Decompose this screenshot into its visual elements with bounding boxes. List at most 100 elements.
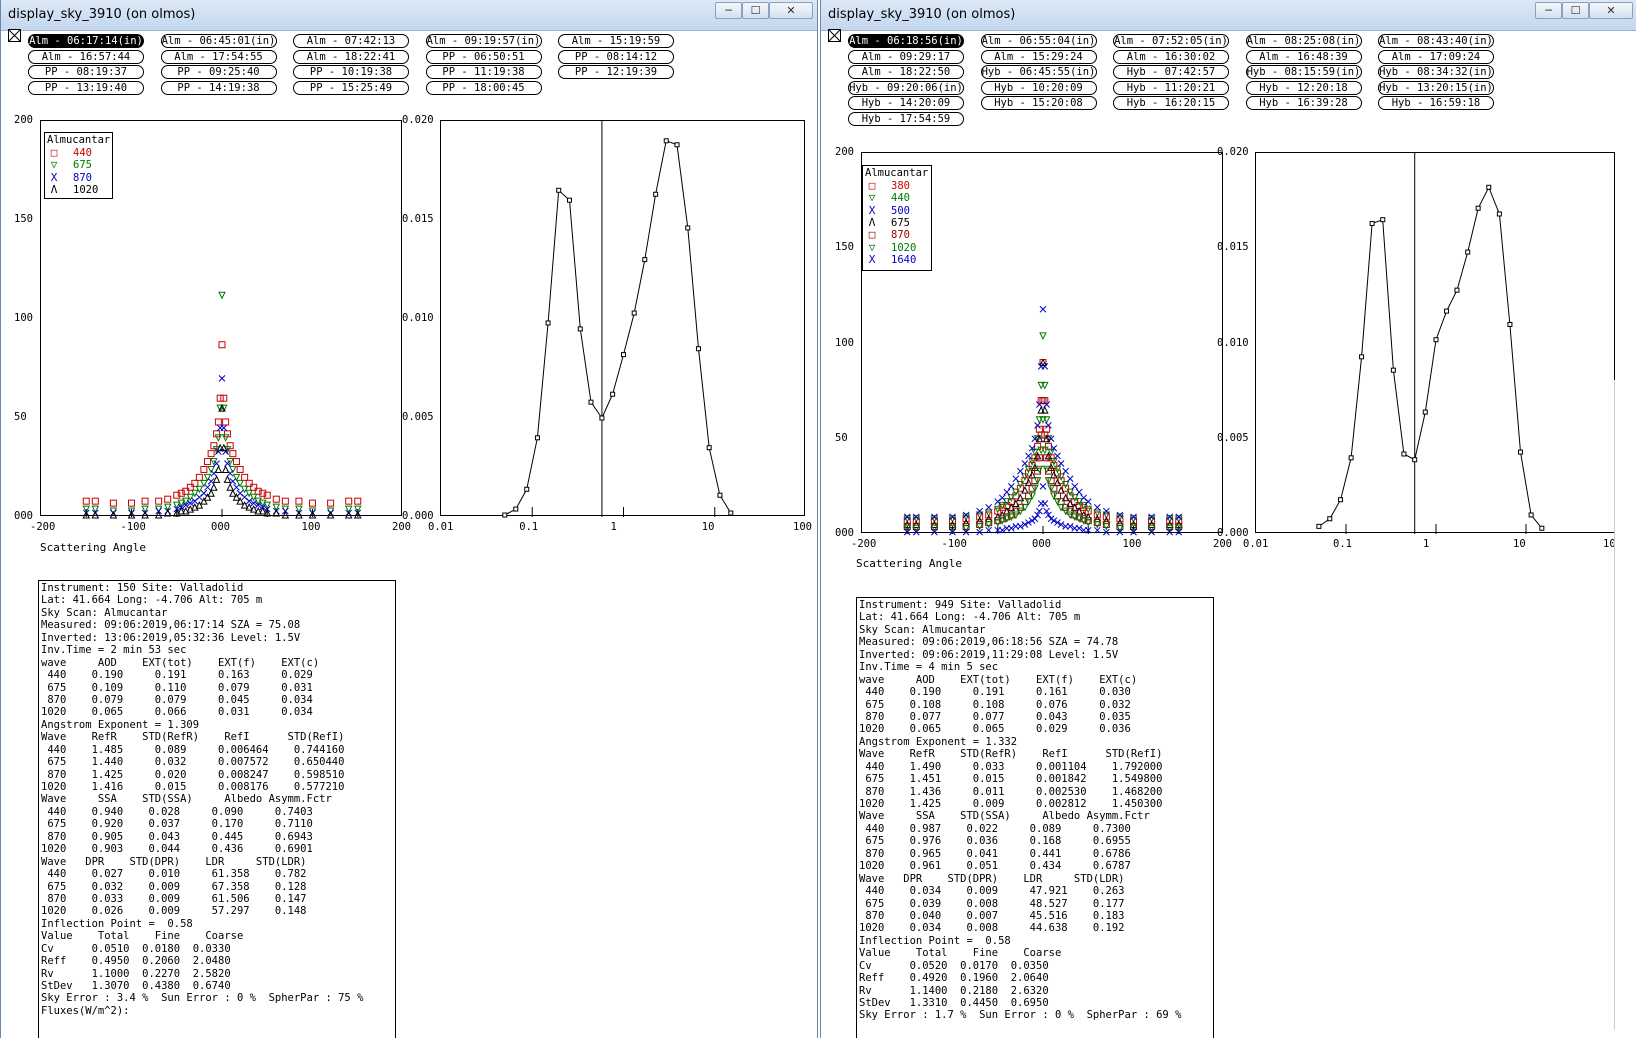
legend-title: Almucantar bbox=[47, 134, 111, 146]
title-bar[interactable]: display_sky_3910 (on olmos) ─ ☐ ✕ bbox=[1, 0, 817, 31]
scan-button[interactable]: PP - 15:25:49 bbox=[293, 80, 409, 95]
scatter-point bbox=[214, 434, 223, 442]
inversion-report: Instrument: 949 Site: Valladolid Lat: 41.… bbox=[856, 597, 1214, 1038]
legend-marker-icon: X bbox=[50, 170, 58, 184]
scatter-point bbox=[1036, 401, 1043, 408]
minimize-button[interactable]: ─ bbox=[715, 2, 742, 19]
scatter-point bbox=[1166, 528, 1174, 536]
legend-entry: ▽ 1020 bbox=[865, 241, 917, 254]
report-line: 440 0.190 0.191 0.163 0.029 bbox=[41, 669, 313, 682]
scatter-point bbox=[207, 450, 215, 458]
report-line: Inflection Point = 0.58 bbox=[859, 934, 1011, 947]
scan-button[interactable]: Alm - 18:22:41 bbox=[293, 49, 409, 64]
line-point bbox=[695, 346, 701, 352]
scan-button[interactable]: Alm - 06:18:56(in) bbox=[848, 34, 964, 48]
line-point bbox=[1465, 249, 1471, 255]
maximize-button[interactable]: ☐ bbox=[742, 2, 769, 19]
scan-button[interactable]: Alm - 06:17:14(in) bbox=[28, 34, 144, 48]
legend-label: 870 bbox=[891, 229, 910, 242]
scan-button[interactable]: Hyb - 12:20:18 bbox=[1245, 80, 1362, 95]
scan-button[interactable]: Alm - 16:30:02 bbox=[1113, 49, 1229, 64]
scatter-point bbox=[1039, 332, 1047, 340]
line-point bbox=[1507, 321, 1513, 327]
scan-button[interactable]: Hyb - 10:20:09 bbox=[980, 80, 1097, 95]
scan-button[interactable]: Hyb - 09:20:06(in) bbox=[848, 80, 964, 95]
scatter-point bbox=[218, 291, 226, 300]
legend-label: 1020 bbox=[891, 241, 917, 254]
scan-button[interactable]: Hyb - 16:20:15 bbox=[1113, 96, 1229, 110]
scan-button[interactable]: Alm - 17:54:55 bbox=[160, 49, 277, 64]
x-tick-label: 10 bbox=[1513, 538, 1526, 550]
scan-button[interactable]: PP - 11:19:38 bbox=[425, 65, 542, 79]
scatter-point bbox=[213, 430, 221, 438]
scan-button[interactable]: Alm - 07:42:13 bbox=[293, 34, 409, 48]
scan-button[interactable]: Alm - 09:19:57(in) bbox=[425, 34, 542, 48]
scan-button[interactable]: Alm - 06:55:04(in) bbox=[980, 34, 1097, 48]
report-line: 675 0.108 0.108 0.076 0.032 bbox=[859, 698, 1131, 711]
scan-button[interactable]: Hyb - 08:34:32(in) bbox=[1378, 65, 1494, 79]
scatter-point bbox=[241, 473, 249, 481]
scan-button[interactable]: Alm - 16:48:39 bbox=[1245, 49, 1362, 64]
report-line: Reff 0.4920 0.1960 2.0640 bbox=[859, 972, 1049, 985]
scatter-point bbox=[245, 479, 253, 487]
legend-entry: ▽ 440 bbox=[865, 192, 910, 204]
scan-button[interactable]: Alm - 08:25:08(in) bbox=[1245, 34, 1362, 48]
report-line: Inv.Time = 4 min 5 sec bbox=[859, 661, 999, 674]
scan-button[interactable]: PP - 18:00:45 bbox=[425, 80, 542, 95]
scan-button[interactable]: PP - 12:19:39 bbox=[558, 65, 674, 79]
scan-button[interactable]: Alm - 15:29:24 bbox=[980, 49, 1097, 64]
scan-button[interactable]: Hyb - 15:20:08 bbox=[980, 96, 1097, 110]
scan-button[interactable]: Alm - 18:22:50 bbox=[848, 65, 964, 79]
scan-button[interactable]: PP - 10:19:38 bbox=[293, 65, 409, 79]
scatter-point bbox=[155, 497, 163, 505]
vertical-scrollbar[interactable] bbox=[1614, 380, 1629, 1030]
title-bar[interactable]: display_sky_3910 (on olmos) ─ ☐ ✕ bbox=[821, 0, 1636, 31]
scan-button[interactable]: PP - 06:50:51 bbox=[425, 49, 542, 64]
scatter-point bbox=[1093, 514, 1102, 523]
scatter-point bbox=[223, 430, 231, 438]
scan-button[interactable]: PP - 09:25:40 bbox=[160, 65, 277, 79]
report-line: Inflection Point = 0.58 bbox=[41, 917, 193, 930]
scan-button[interactable]: Alm - 08:43:40(in) bbox=[1378, 34, 1494, 48]
scan-button[interactable]: Alm - 16:57:44 bbox=[28, 49, 144, 64]
close-button[interactable]: ✕ bbox=[1589, 2, 1633, 19]
y-tick-label: 100 bbox=[835, 336, 854, 349]
close-icon[interactable] bbox=[8, 29, 21, 42]
scan-button[interactable]: Alm - 09:29:17 bbox=[848, 49, 964, 64]
legend-marker-icon: □ bbox=[50, 146, 58, 159]
scan-button[interactable]: Hyb - 14:20:09 bbox=[848, 96, 964, 110]
scatter-point bbox=[1084, 498, 1092, 505]
scan-button[interactable]: Hyb - 16:39:28 bbox=[1245, 96, 1362, 110]
scatter-point bbox=[1016, 493, 1025, 502]
scan-button[interactable]: Hyb - 08:15:59(in) bbox=[1245, 65, 1362, 79]
scan-button[interactable]: PP - 08:14:12 bbox=[558, 49, 674, 64]
maximize-button[interactable]: ☐ bbox=[1562, 2, 1589, 19]
report-line: Rv 1.1000 0.2270 2.5820 bbox=[41, 967, 231, 980]
scatter-point bbox=[204, 483, 211, 491]
scan-button[interactable]: Hyb - 16:59:18 bbox=[1378, 96, 1494, 110]
legend-marker-icon: □ bbox=[868, 228, 876, 242]
scan-button[interactable]: Hyb - 13:20:15(in) bbox=[1378, 80, 1494, 95]
scan-button[interactable]: PP - 13:19:40 bbox=[28, 80, 144, 95]
close-icon[interactable] bbox=[828, 29, 841, 42]
scan-button[interactable]: PP - 14:19:38 bbox=[160, 80, 277, 95]
report-line: 870 0.079 0.079 0.045 0.034 bbox=[41, 693, 313, 706]
legend-marker-icon: Λ bbox=[50, 182, 58, 196]
scatter-point bbox=[263, 491, 271, 499]
scan-button[interactable]: Hyb - 17:54:59 bbox=[848, 111, 964, 126]
close-button[interactable]: ✕ bbox=[769, 2, 813, 19]
scan-button[interactable]: Alm - 07:52:05(in) bbox=[1113, 34, 1229, 48]
scan-button[interactable]: Alm - 17:09:24 bbox=[1378, 49, 1494, 64]
scatter-point bbox=[216, 394, 224, 402]
scan-button[interactable]: Hyb - 11:20:21 bbox=[1113, 80, 1229, 95]
y-tick-label: 200 bbox=[14, 114, 33, 126]
scan-button[interactable]: Hyb - 07:42:57 bbox=[1113, 65, 1229, 79]
scatter-point bbox=[1031, 515, 1039, 523]
minimize-button[interactable]: ─ bbox=[1535, 2, 1562, 19]
scan-button[interactable]: Alm - 15:19:59 bbox=[558, 34, 674, 48]
scan-button[interactable]: Hyb - 06:45:55(in) bbox=[980, 65, 1097, 79]
report-line: Sky Scan: Almucantar bbox=[41, 606, 168, 619]
scan-button[interactable]: PP - 08:19:37 bbox=[28, 65, 144, 79]
scatter-point bbox=[1062, 467, 1069, 475]
scan-button[interactable]: Alm - 06:45:01(in) bbox=[160, 34, 277, 48]
